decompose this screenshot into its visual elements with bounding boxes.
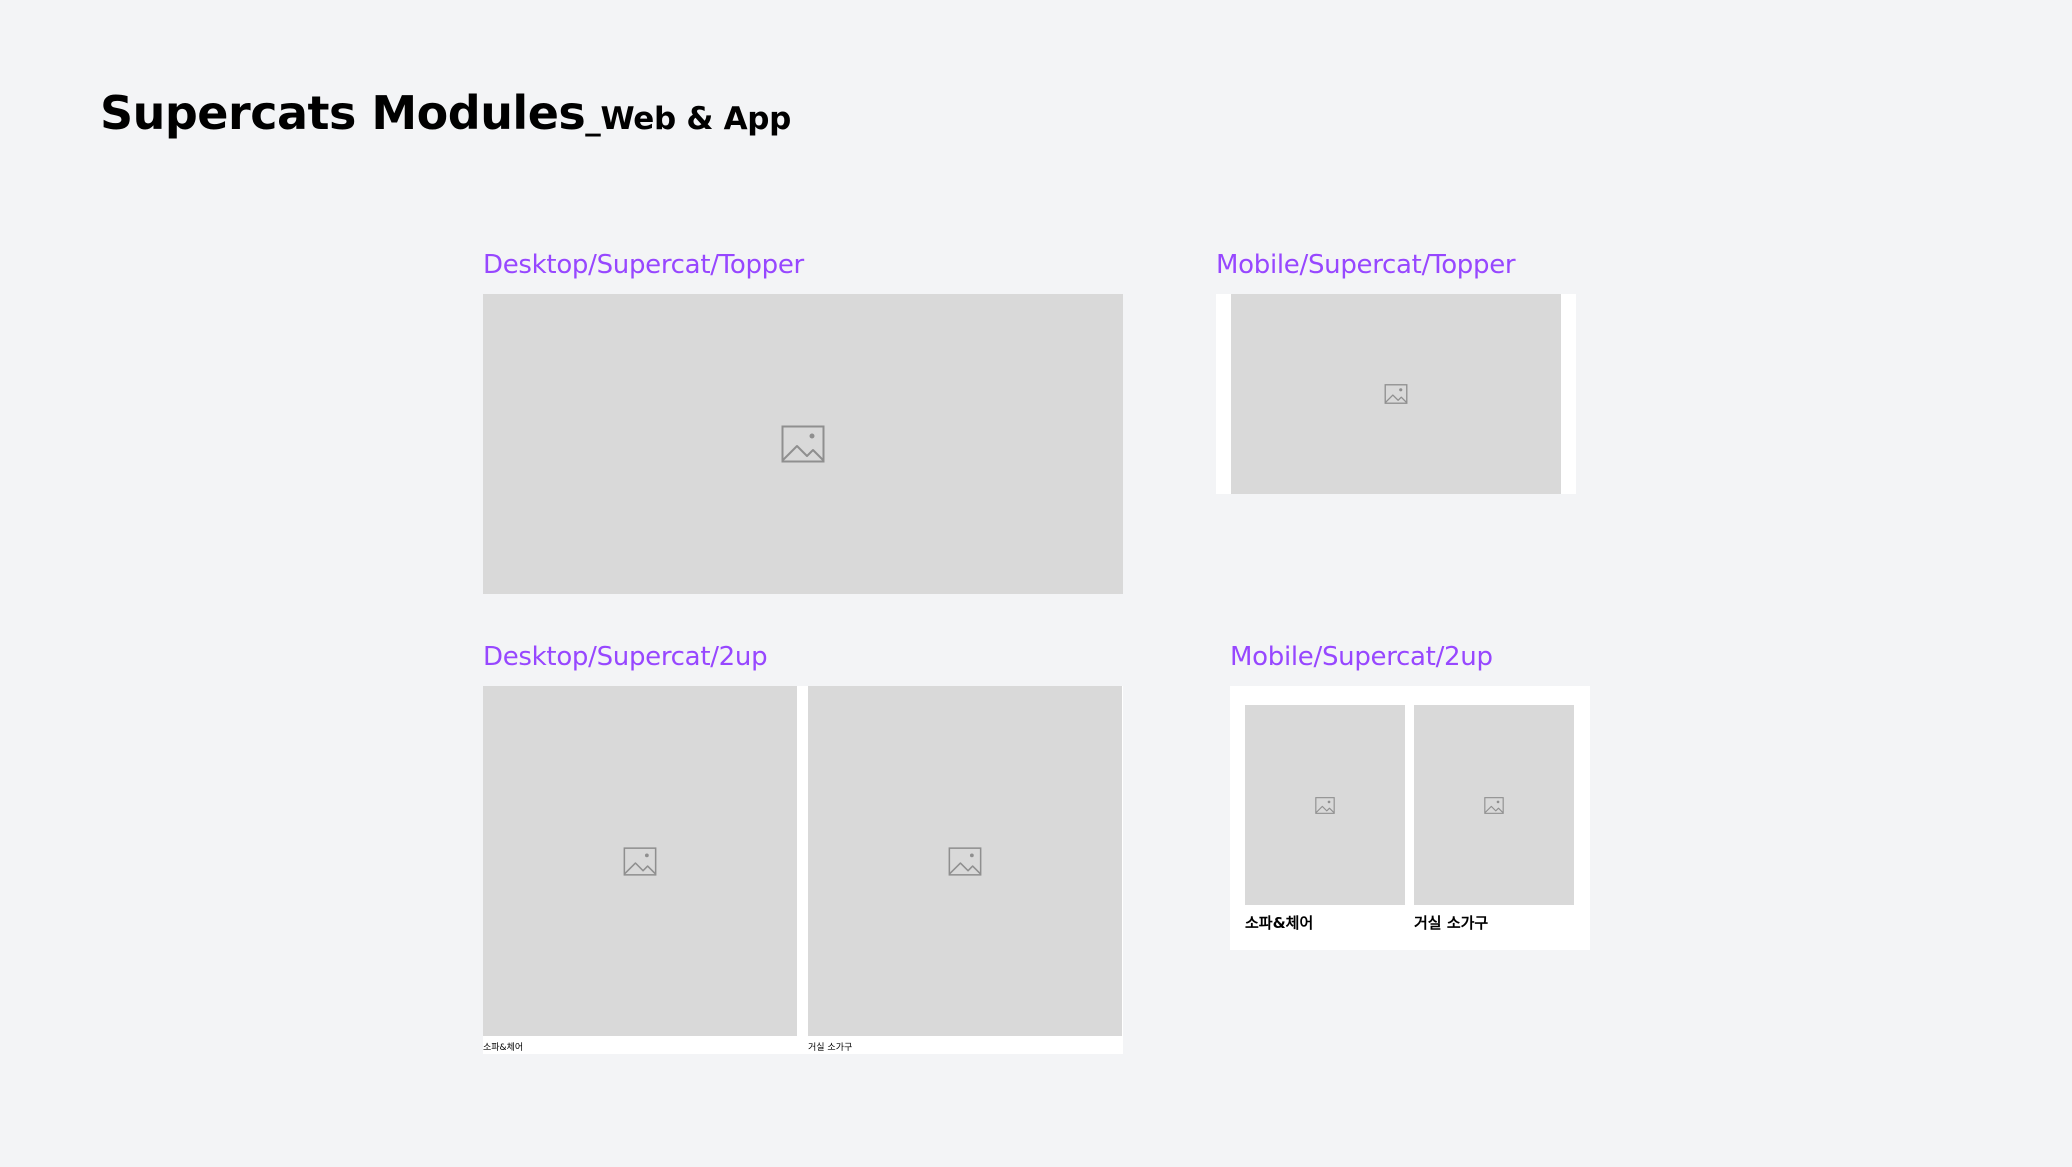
page-title-sub: _Web & App [585, 101, 792, 137]
mobile-topper-image [1231, 294, 1561, 494]
label-mobile-topper: Mobile/Supercat/Topper [1216, 250, 1516, 280]
image-placeholder-icon [1384, 384, 1408, 404]
mobile-2up-frame: 소파&체어 거실 소가구 [1230, 686, 1590, 950]
image-placeholder-icon [623, 846, 657, 876]
desktop-topper-image [483, 294, 1123, 594]
mobile-2up-caption-2: 거실 소가구 [1414, 914, 1489, 932]
desktop-2up-caption-2: 거실 소가구 [808, 1043, 853, 1053]
desktop-2up-image-1 [483, 686, 797, 1036]
page-title-main: Supercats Modules [100, 86, 586, 140]
desktop-2up-frame: 소파&체어 거실 소가구 [483, 686, 1123, 1054]
label-mobile-2up: Mobile/Supercat/2up [1230, 642, 1493, 672]
image-placeholder-icon [1315, 796, 1335, 814]
image-placeholder-icon [781, 425, 825, 463]
image-placeholder-icon [1484, 796, 1504, 814]
image-placeholder-icon [948, 846, 982, 876]
page-title: Supercats Modules_Web & App [100, 86, 791, 140]
desktop-2up-caption-1: 소파&체어 [483, 1043, 524, 1053]
mobile-2up-image-1 [1245, 705, 1405, 905]
mobile-topper-frame [1216, 294, 1576, 494]
label-desktop-2up: Desktop/Supercat/2up [483, 642, 768, 672]
label-desktop-topper: Desktop/Supercat/Topper [483, 250, 804, 280]
mobile-2up-image-2 [1414, 705, 1574, 905]
desktop-2up-image-2 [808, 686, 1122, 1036]
mobile-2up-caption-1: 소파&체어 [1245, 914, 1314, 932]
